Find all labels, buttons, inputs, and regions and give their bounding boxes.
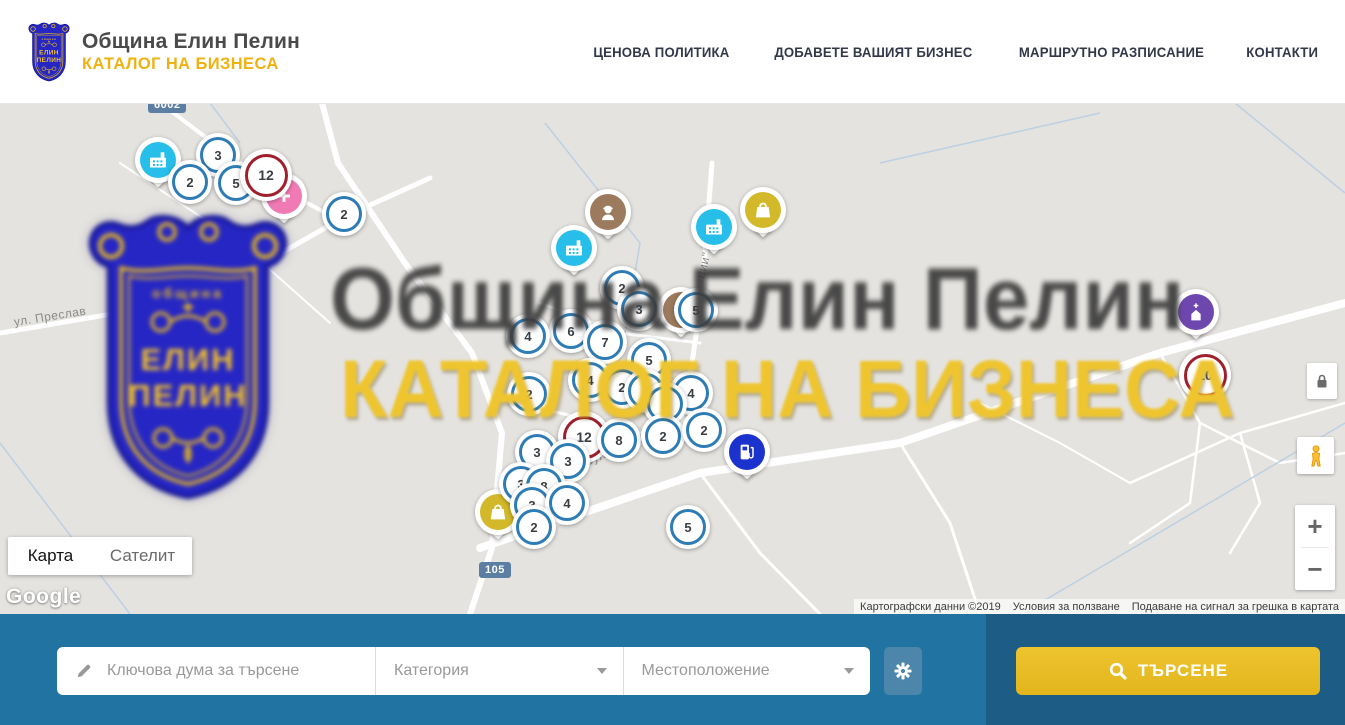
location-select-label: Местоположение [642,662,770,680]
map-cluster-marker[interactable]: 8 [597,418,641,462]
map-pin-bag[interactable] [740,187,786,243]
search-input-group: Категория Местоположение [57,647,870,695]
chevron-down-icon [844,668,854,674]
map-type-control: Карта Сателит [8,537,192,575]
pencil-icon [75,662,93,680]
gear-icon [892,660,914,682]
zoom-in-button[interactable]: + [1295,505,1335,547]
search-button-label: ТЪРСЕНЕ [1138,661,1228,681]
site-title: Община Елин Пелин [82,30,300,54]
category-select-label: Категория [394,662,469,680]
page: община ЕЛИН ПЕЛИН Община Елин Пелин КАТА… [0,0,1345,725]
municipality-shield-icon: община ЕЛИН ПЕЛИН [26,22,72,82]
main-nav: ЦЕНОВА ПОЛИТИКА ДОБАВЕТЕ ВАШИЯТ БИЗНЕС М… [589,0,1320,103]
map-cluster-marker[interactable]: 3 [617,287,661,331]
nav-item-route-schedule[interactable]: МАРШРУТНО РАЗПИСАНИЕ [1018,44,1203,60]
map-attribution: Картографски данни ©2019 Условия за полз… [854,599,1345,614]
svg-text:ПЕЛИН: ПЕЛИН [37,57,62,64]
map-pin-factory[interactable] [551,225,597,281]
nav-item-contacts[interactable]: КОНТАКТИ [1246,44,1318,60]
nav-item-add-business[interactable]: ДОБАВЕТЕ ВАШИЯТ БИЗНЕС [774,44,972,60]
advanced-settings-button[interactable] [884,647,922,695]
google-logo[interactable]: Google [6,585,81,609]
map-cluster-marker[interactable]: 2 [512,505,556,549]
search-icon [1108,661,1128,681]
map-pin-church[interactable] [1173,289,1219,345]
road-number-badge: 6002 [148,103,186,113]
keyword-section [57,647,375,695]
location-select[interactable]: Местоположение [623,647,871,695]
svg-text:община: община [42,37,57,41]
road-number-badge: 105 [479,562,511,578]
map-pin-factory[interactable] [691,204,737,260]
search-button[interactable]: ТЪРСЕНЕ [1016,647,1320,695]
map-pin-fuel[interactable] [724,429,770,485]
svg-text:ЕЛИН: ЕЛИН [39,50,59,57]
map-cluster-marker[interactable]: 5 [674,288,718,332]
search-bar: Категория Местоположение [0,614,1345,725]
map-cluster-marker[interactable]: 5 [666,505,710,549]
pegman-button[interactable] [1297,437,1334,474]
zoom-out-button[interactable]: − [1295,548,1335,590]
category-select[interactable]: Категория [375,647,623,695]
map-type-map-button[interactable]: Карта [8,537,93,575]
map-type-satellite-button[interactable]: Сателит [93,537,192,575]
lock-button[interactable] [1307,363,1337,399]
lock-icon [1315,373,1329,389]
map-cluster-marker[interactable]: 2 [322,192,366,236]
header: община ЕЛИН ПЕЛИН Община Елин Пелин КАТА… [0,0,1345,104]
chevron-down-icon [597,668,607,674]
site-logo[interactable]: община ЕЛИН ПЕЛИН Община Елин Пелин КАТА… [26,22,300,82]
map-cluster-marker[interactable]: 10 [1179,349,1231,401]
map-copyright: Картографски данни ©2019 [854,601,1007,613]
brand-text: Община Елин Пелин КАТАЛОГ НА БИЗНЕСА [82,30,300,73]
map-cluster-marker[interactable]: 2 [682,408,726,452]
nav-item-pricing[interactable]: ЦЕНОВА ПОЛИТИКА [593,44,729,60]
report-error-link[interactable]: Подаване на сигнал за грешка в картата [1126,601,1345,613]
map-cluster-marker[interactable]: 2 [168,160,212,204]
keyword-search-input[interactable] [105,661,339,681]
map-cluster-marker[interactable]: 2 [507,372,551,416]
zoom-control: + − [1295,505,1335,590]
pegman-icon [1306,444,1326,468]
map-cluster-marker[interactable]: 4 [506,314,550,358]
map-cluster-marker[interactable]: 12 [240,149,292,201]
site-subtitle: КАТАЛОГ НА БИЗНЕСА [82,55,300,74]
terms-link[interactable]: Условия за ползване [1007,601,1126,613]
map-canvas[interactable]: 3251222356475422748128223338342510 60021… [0,103,1345,614]
map-cluster-marker[interactable]: 2 [641,414,685,458]
